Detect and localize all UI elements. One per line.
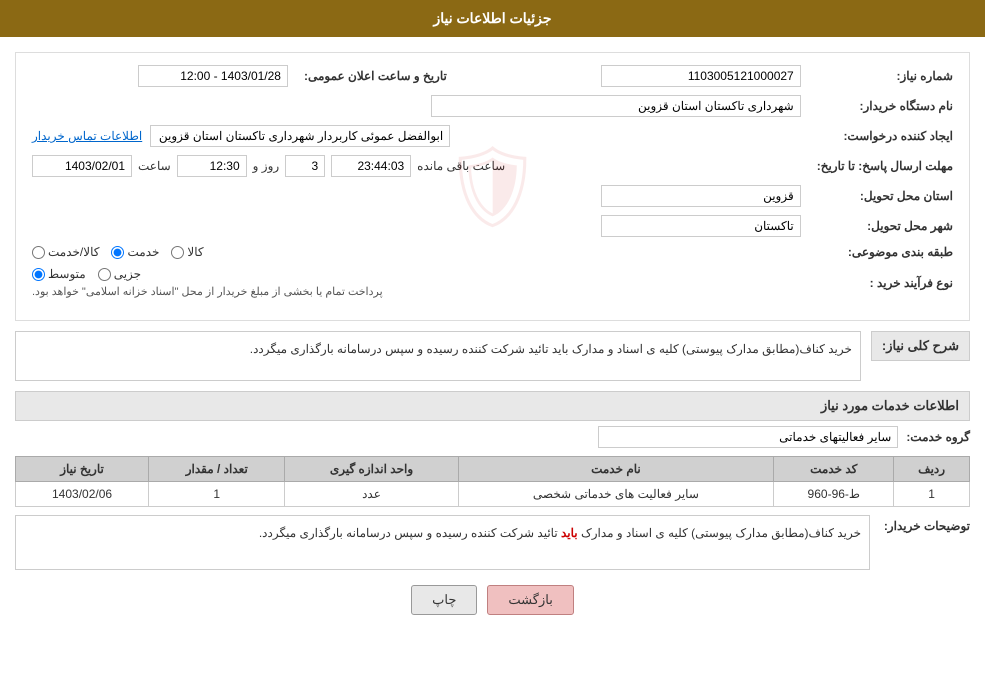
main-content: 🛡 شماره نیاز: تاریخ و ساعت اعلان عمومی: … [0, 37, 985, 645]
need-desc-box: خرید کناف(مطابق مدارک پیوستی) کلیه ی اسن… [15, 331, 861, 381]
process-row: نوع فرآیند خرید : متوسط جزیی [24, 263, 961, 302]
org-name-value [24, 91, 809, 121]
process-jozyi[interactable]: جزیی [98, 267, 141, 281]
service-group-label: گروه خدمت: [906, 430, 970, 444]
service-group-input[interactable] [598, 426, 898, 448]
services-table-body: 1 ط-96-960 سایر فعالیت های خدماتی شخصی ع… [16, 482, 970, 507]
announce-label: تاریخ و ساعت اعلان عمومی: [296, 61, 455, 91]
process-options: متوسط جزیی پرداخت تمام یا بخشی از مبلغ خ… [24, 263, 809, 302]
category-khadamat[interactable]: خدمت [111, 245, 159, 259]
process-motavaset-radio[interactable] [32, 268, 45, 281]
category-kala[interactable]: کالا [171, 245, 203, 259]
service-group-row: گروه خدمت: [15, 426, 970, 448]
col-code: کد خدمت [774, 457, 894, 482]
creator-input[interactable] [150, 125, 450, 147]
province-row: استان محل تحویل: [24, 181, 961, 211]
time-label: ساعت [138, 159, 171, 173]
deadline-label: مهلت ارسال پاسخ: تا تاریخ: [809, 151, 961, 181]
process-jozyi-radio[interactable] [98, 268, 111, 281]
buyer-desc-box: خرید کناف(مطابق مدارک پیوستی) کلیه ی اسن… [15, 515, 870, 570]
category-kala-radio[interactable] [171, 246, 184, 259]
process-label: نوع فرآیند خرید : [809, 263, 961, 302]
province-label: استان محل تحویل: [809, 181, 961, 211]
page-header: جزئیات اطلاعات نیاز [0, 0, 985, 37]
buyer-desc-text-2: تائید شرکت کننده رسیده و سپس درسامانه با… [259, 526, 561, 540]
city-label: شهر محل تحویل: [809, 211, 961, 241]
col-name: نام خدمت [458, 457, 774, 482]
deadline-days-input[interactable] [285, 155, 325, 177]
page-container: جزئیات اطلاعات نیاز 🛡 شماره نیاز: تاریخ … [0, 0, 985, 691]
services-title: اطلاعات خدمات مورد نیاز [15, 391, 970, 421]
buyer-desc-label: توضیحات خریدار: [880, 519, 970, 533]
deadline-row: مهلت ارسال پاسخ: تا تاریخ: ساعت روز و سا… [24, 151, 961, 181]
process-radio-group: متوسط جزیی [32, 267, 141, 281]
org-name-input[interactable] [431, 95, 801, 117]
category-radio-group: کالا/خدمت خدمت کالا [32, 245, 801, 259]
city-value [24, 211, 809, 241]
province-input[interactable] [601, 185, 801, 207]
category-options: کالا/خدمت خدمت کالا [24, 241, 809, 263]
category-khadamat-radio[interactable] [111, 246, 124, 259]
button-row: بازگشت چاپ [15, 585, 970, 630]
city-input[interactable] [601, 215, 801, 237]
table-row: 1 ط-96-960 سایر فعالیت های خدماتی شخصی ع… [16, 482, 970, 507]
cell-date: 1403/02/06 [16, 482, 149, 507]
cell-code: ط-96-960 [774, 482, 894, 507]
info-table: شماره نیاز: تاریخ و ساعت اعلان عمومی: نا… [24, 61, 961, 302]
deadline-time-input[interactable] [177, 155, 247, 177]
cell-name: سایر فعالیت های خدماتی شخصی [458, 482, 774, 507]
print-button[interactable]: چاپ [411, 585, 477, 615]
cell-row: 1 [894, 482, 970, 507]
need-desc-label: شرح کلی نیاز: [871, 331, 970, 361]
need-desc-section: شرح کلی نیاز: خرید کناف(مطابق مدارک پیوس… [15, 331, 970, 381]
org-name-row: نام دستگاه خریدار: [24, 91, 961, 121]
need-number-input[interactable] [601, 65, 801, 87]
need-number-value [455, 61, 809, 91]
announce-value [24, 61, 296, 91]
top-info-section: 🛡 شماره نیاز: تاریخ و ساعت اعلان عمومی: … [15, 52, 970, 321]
need-number-row: شماره نیاز: تاریخ و ساعت اعلان عمومی: [24, 61, 961, 91]
contact-link[interactable]: اطلاعات تماس خریدار [32, 129, 142, 143]
creator-row: ایجاد کننده درخواست: اطلاعات تماس خریدار [24, 121, 961, 151]
days-label: روز و [253, 159, 280, 173]
cell-quantity: 1 [149, 482, 285, 507]
announce-input[interactable] [138, 65, 288, 87]
services-table: ردیف کد خدمت نام خدمت واحد اندازه گیری ت… [15, 456, 970, 507]
category-row: طبقه بندی موضوعی: کالا/خدمت خدمت [24, 241, 961, 263]
city-row: شهر محل تحویل: [24, 211, 961, 241]
col-unit: واحد اندازه گیری [285, 457, 458, 482]
process-note: پرداخت تمام یا بخشی از مبلغ خریدار از مح… [32, 285, 383, 298]
buyer-desc-text-1: خرید کناف(مطابق مدارک پیوستی) کلیه ی اسن… [578, 526, 861, 540]
need-number-label: شماره نیاز: [809, 61, 961, 91]
category-label: طبقه بندی موضوعی: [809, 241, 961, 263]
col-date: تاریخ نیاز [16, 457, 149, 482]
deadline-value: ساعت روز و ساعت باقی مانده [24, 151, 809, 181]
creator-label: ایجاد کننده درخواست: [809, 121, 961, 151]
org-name-label: نام دستگاه خریدار: [809, 91, 961, 121]
col-row: ردیف [894, 457, 970, 482]
services-header-row: ردیف کد خدمت نام خدمت واحد اندازه گیری ت… [16, 457, 970, 482]
buyer-desc-highlight: باید [561, 526, 578, 540]
province-value [24, 181, 809, 211]
deadline-date-input[interactable] [32, 155, 132, 177]
buyer-desc-row: توضیحات خریدار: خرید کناف(مطابق مدارک پی… [15, 515, 970, 570]
process-motavaset[interactable]: متوسط [32, 267, 86, 281]
page-title: جزئیات اطلاعات نیاز [433, 10, 551, 26]
cell-unit: عدد [285, 482, 458, 507]
category-kala-khadamat-radio[interactable] [32, 246, 45, 259]
creator-value: اطلاعات تماس خریدار [24, 121, 809, 151]
deadline-remaining-input[interactable] [331, 155, 411, 177]
category-kala-khadamat[interactable]: کالا/خدمت [32, 245, 99, 259]
back-button[interactable]: بازگشت [487, 585, 573, 615]
services-table-head: ردیف کد خدمت نام خدمت واحد اندازه گیری ت… [16, 457, 970, 482]
col-quantity: تعداد / مقدار [149, 457, 285, 482]
remaining-label: ساعت باقی مانده [417, 159, 505, 173]
